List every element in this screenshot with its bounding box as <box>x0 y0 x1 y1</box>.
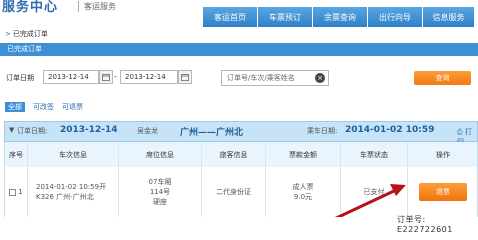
row-index: 1 <box>18 188 23 196</box>
date-to-input[interactable]: 2013-12-14 <box>120 70 178 84</box>
train-route: K326 广州-广州北 <box>36 193 94 201</box>
seat-number: 114号 <box>149 188 171 196</box>
action-cell: 退票 <box>408 167 478 217</box>
order-header: ▼ 订单日期: 2013-12-14 吴金龙 广州——广州北 乘车日期: 201… <box>4 121 478 146</box>
date-separator: - <box>114 72 117 81</box>
keyword-search-input[interactable]: 订单号/车次/乘客姓名 <box>221 70 329 86</box>
site-subtitle: 客运服务 <box>78 1 116 12</box>
nav-travel-guide[interactable]: 出行向导 <box>368 7 422 27</box>
col-fare: 票款金额 <box>266 142 341 167</box>
col-train-info: 车次信息 <box>28 142 119 167</box>
order-filter-tabs: 全部 可改签 可退票 <box>5 102 91 112</box>
search-bar: 订单日期 2013-12-14 - 2013-12-14 订单号/车次/乘客姓名… <box>0 66 478 86</box>
date-label: 订单日期 <box>6 74 34 82</box>
ticket-type: 成人票 <box>292 183 314 191</box>
query-button[interactable]: 查询 <box>414 71 471 85</box>
depart-date: 2014-01-02 10:59 <box>345 125 435 135</box>
seat-info-cell: 07车厢 114号 硬座 <box>119 167 202 217</box>
filter-changeable[interactable]: 可改签 <box>33 102 54 112</box>
seat-type: 硬座 <box>153 198 167 206</box>
calendar-icon[interactable] <box>99 70 113 84</box>
filter-all[interactable]: 全部 <box>5 102 25 112</box>
print-icon: ⎙ <box>457 128 463 136</box>
section-title: 已完成订单 <box>7 45 42 53</box>
section-title-bar: 已完成订单 <box>0 43 478 56</box>
order-expand-icon[interactable]: ▼ <box>9 126 14 134</box>
breadcrumb: > 已完成订单 <box>5 29 48 39</box>
order-passenger: 吴金龙 <box>137 127 158 135</box>
order-date: 2013-12-14 <box>60 125 118 135</box>
order-date-label: 订单日期: <box>17 127 48 135</box>
nav-home[interactable]: 客运首页 <box>203 7 257 27</box>
order-number-value: E222722601 <box>397 225 453 234</box>
table-header: 序号 车次信息 席位信息 旅客信息 票款金额 车票状态 操作 <box>4 142 478 167</box>
top-header: 服务中心 客运服务 客运首页 车票预订 余票查询 出行向导 信息服务 <box>0 0 478 28</box>
train-datetime: 2014-01-02 10:59开 <box>36 183 107 191</box>
clear-icon[interactable]: × <box>315 73 325 83</box>
col-action: 操作 <box>436 150 450 159</box>
filter-refundable[interactable]: 可退票 <box>62 102 83 112</box>
train-info-cell: 2014-01-02 10:59开 K326 广州-广州北 <box>28 167 119 217</box>
col-status: 车票状态 <box>341 142 408 167</box>
order-number: 订单号: E222722601 <box>397 214 478 234</box>
site-logo[interactable]: 服务中心 <box>2 0 58 15</box>
nav-remaining-tickets[interactable]: 余票查询 <box>313 7 367 27</box>
order-route: 广州——广州北 <box>180 128 244 138</box>
col-index: 序号 <box>5 142 28 167</box>
refund-button[interactable]: 退票 <box>419 183 467 201</box>
nav-info-service[interactable]: 信息服务 <box>423 7 474 27</box>
main-nav: 客运首页 车票预订 余票查询 出行向导 信息服务 <box>203 7 474 27</box>
breadcrumb-current: 已完成订单 <box>12 30 48 38</box>
seat-car: 07车厢 <box>148 178 172 186</box>
passenger-info-cell: 二代身份证 <box>202 167 266 217</box>
ticket-price: 9.0元 <box>293 193 313 201</box>
calendar-icon[interactable] <box>178 70 192 84</box>
passenger-id-type: 二代身份证 <box>216 188 251 196</box>
order-number-label: 订单号: <box>397 215 426 224</box>
col-passenger-info: 旅客信息 <box>202 142 266 167</box>
col-seat-info: 席位信息 <box>119 142 202 167</box>
nav-booking[interactable]: 车票预订 <box>258 7 312 27</box>
row-index-cell: 1 <box>5 167 28 217</box>
date-from-input[interactable]: 2013-12-14 <box>43 70 99 84</box>
row-checkbox[interactable] <box>9 188 17 196</box>
depart-date-label: 乘车日期: <box>307 127 338 135</box>
breadcrumb-arrow-icon: > <box>5 30 11 38</box>
